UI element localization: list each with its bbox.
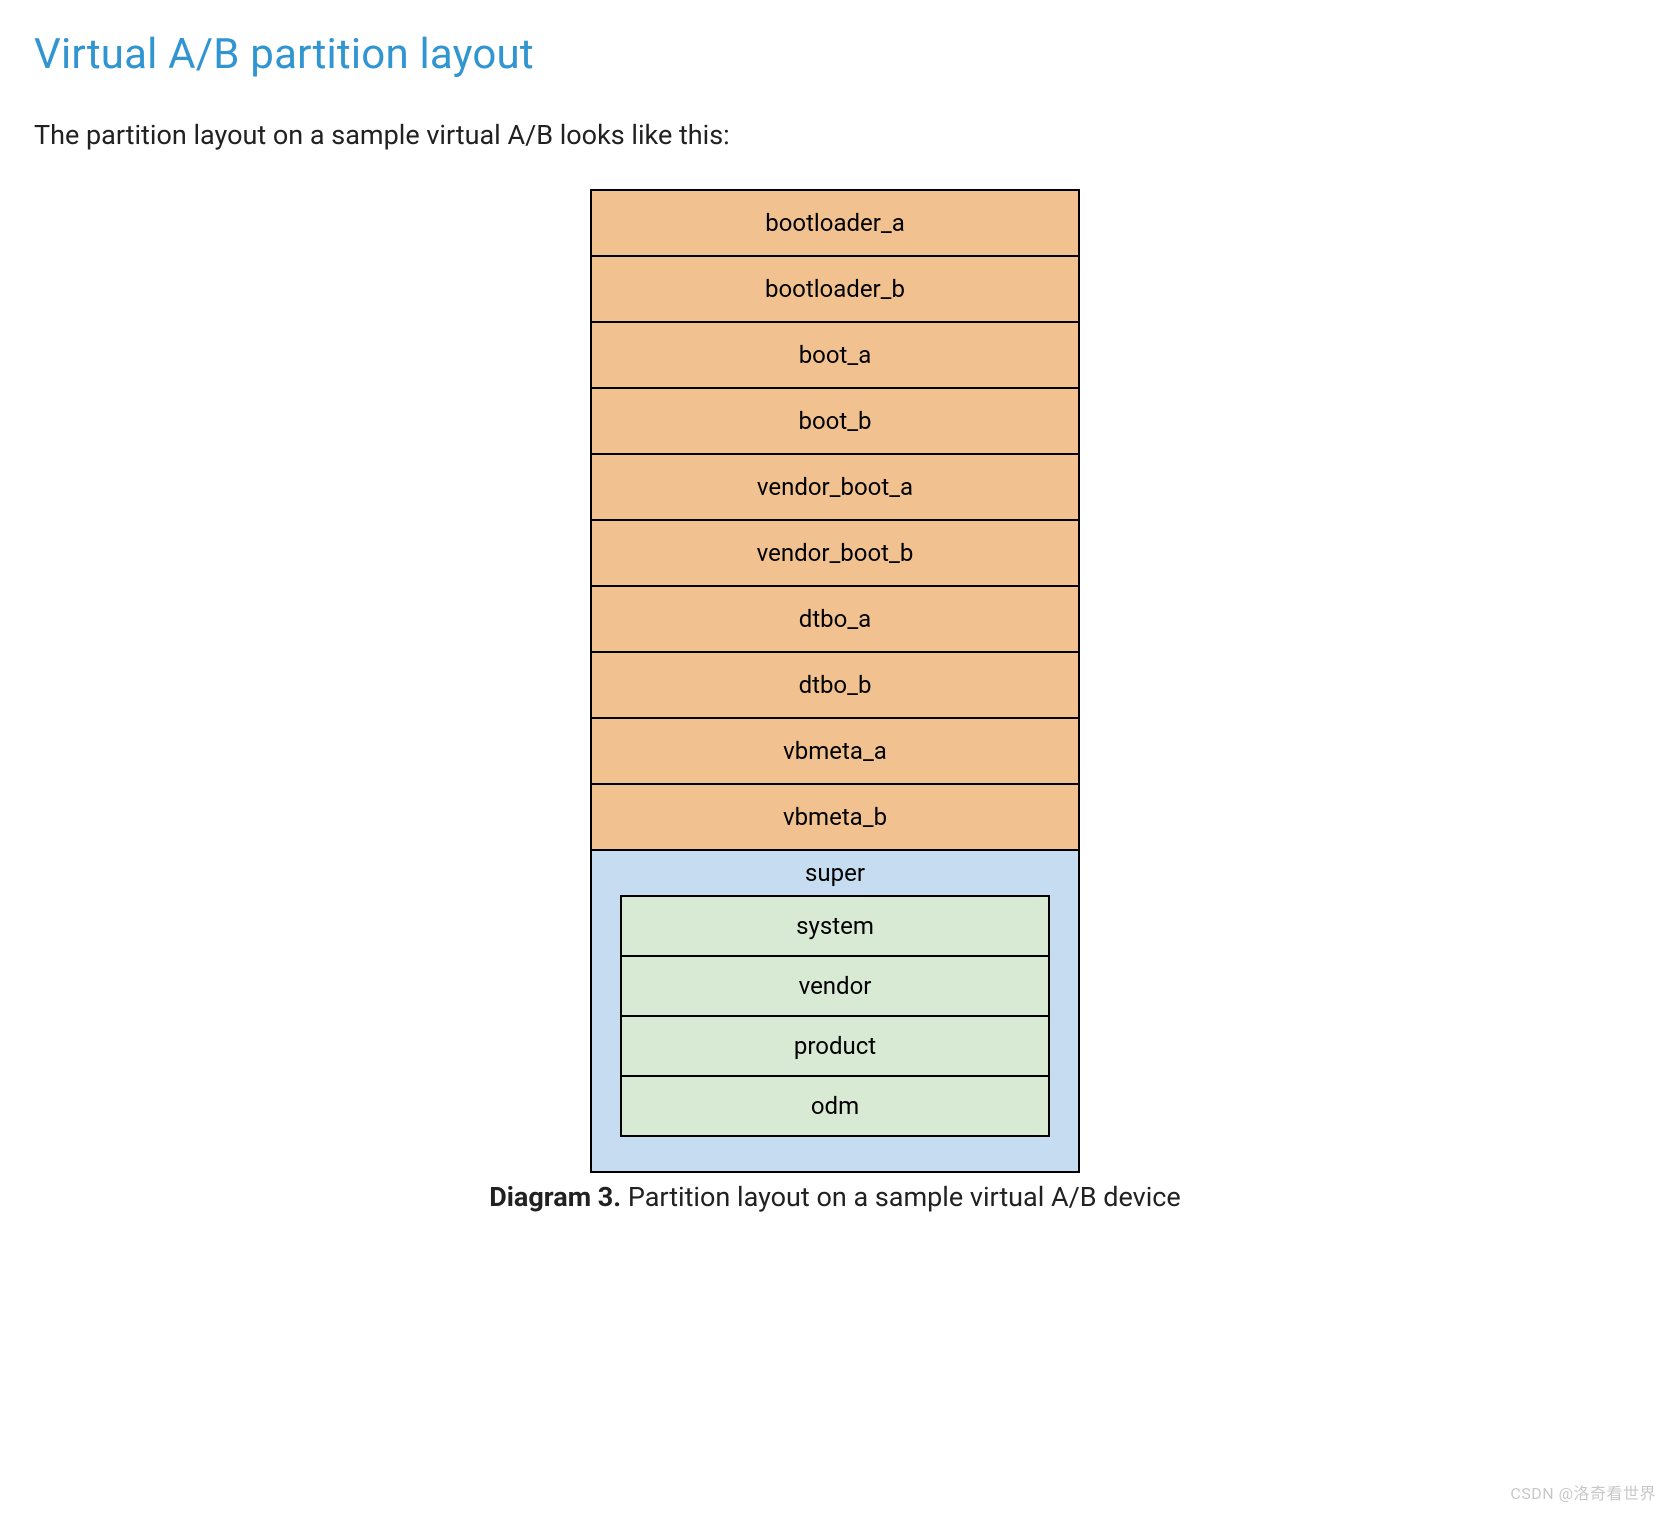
partition-odm: odm (620, 1075, 1050, 1137)
partition-vendor-boot-a: vendor_boot_a (590, 453, 1080, 521)
caption-text: Partition layout on a sample virtual A/B… (621, 1181, 1181, 1213)
caption-prefix: Diagram 3. (489, 1181, 621, 1213)
watermark: CSDN @洛奇看世界 (1510, 1480, 1656, 1504)
super-inner-stack: system vendor product odm (620, 895, 1050, 1137)
page-title: Virtual A/B partition layout (34, 30, 1636, 79)
partition-vendor: vendor (620, 955, 1050, 1017)
intro-text: The partition layout on a sample virtual… (34, 119, 1636, 151)
partition-bootloader-a: bootloader_a (590, 189, 1080, 257)
diagram-caption: Diagram 3. Partition layout on a sample … (489, 1181, 1181, 1213)
partition-super: super system vendor product odm (590, 849, 1080, 1173)
super-label: super (805, 851, 865, 895)
partition-stack: bootloader_a bootloader_b boot_a boot_b … (590, 189, 1080, 1173)
partition-vendor-boot-b: vendor_boot_b (590, 519, 1080, 587)
partition-product: product (620, 1015, 1050, 1077)
partition-vbmeta-b: vbmeta_b (590, 783, 1080, 851)
partition-bootloader-b: bootloader_b (590, 255, 1080, 323)
partition-dtbo-b: dtbo_b (590, 651, 1080, 719)
partition-boot-b: boot_b (590, 387, 1080, 455)
diagram-container: bootloader_a bootloader_b boot_a boot_b … (34, 189, 1636, 1213)
partition-boot-a: boot_a (590, 321, 1080, 389)
partition-system: system (620, 895, 1050, 957)
partition-dtbo-a: dtbo_a (590, 585, 1080, 653)
partition-vbmeta-a: vbmeta_a (590, 717, 1080, 785)
